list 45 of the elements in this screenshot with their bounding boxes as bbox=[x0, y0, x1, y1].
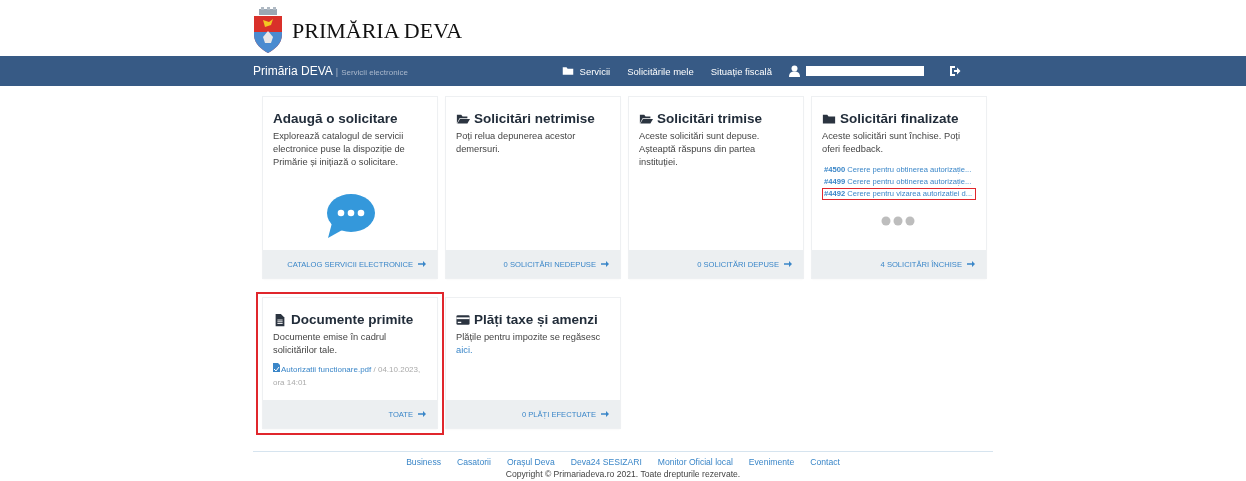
brand-separator: | bbox=[335, 67, 339, 77]
inline-link[interactable]: aici. bbox=[456, 345, 473, 355]
nav-link[interactable]: Solicitările mele bbox=[627, 65, 694, 77]
site-title[interactable]: PRIMĂRIA DEVA bbox=[292, 18, 463, 44]
file-link[interactable]: Autorizatii functionare.pdf bbox=[281, 365, 372, 374]
footer-link[interactable]: Casatorii bbox=[457, 457, 491, 467]
card-title: Solicitări finalizate bbox=[840, 111, 959, 126]
brand-link[interactable]: Primăria DEVA bbox=[253, 64, 333, 78]
arrow-right-icon bbox=[418, 260, 426, 268]
footer-link[interactable]: Evenimente bbox=[748, 457, 795, 467]
card-description: Documente emise în cadrul solicitărilor tale. bbox=[273, 332, 387, 355]
footer-link[interactable]: Deva24 SESIZARI bbox=[570, 457, 642, 467]
file-icon bbox=[273, 363, 280, 372]
document-icon bbox=[273, 312, 287, 327]
credit-card-icon bbox=[456, 312, 470, 327]
logout-icon[interactable] bbox=[949, 65, 961, 77]
card-description: Explorează catalogul de servicii electronice puse la dispoziție de Primărie și inițiază o solicitare. bbox=[273, 131, 405, 167]
card-title: Documente primite bbox=[291, 312, 414, 327]
footer-link[interactable]: Contact bbox=[810, 457, 840, 467]
card-description: Poți relua depunerea acestor demersuri. bbox=[456, 131, 576, 154]
arrow-right-icon bbox=[967, 260, 975, 268]
folder-icon bbox=[561, 65, 574, 77]
footer-link[interactable]: Orașul Deva bbox=[506, 457, 555, 467]
card-title: Plăți taxe și amenzi bbox=[474, 312, 598, 327]
user-icon bbox=[789, 65, 800, 77]
file-time: ora 14:01 bbox=[273, 377, 307, 389]
footer-link[interactable]: Monitor Oficial local bbox=[657, 457, 733, 467]
arrow-right-icon bbox=[601, 260, 609, 268]
brand-subtitle: Servicii electronice bbox=[341, 68, 408, 77]
arrow-right-icon bbox=[784, 260, 792, 268]
nav-link[interactable]: Situație fiscală bbox=[710, 65, 772, 77]
arrow-right-icon bbox=[418, 410, 426, 418]
card-title: Solicitări netrimise bbox=[474, 111, 595, 126]
card-title: Adaugă o solicitare bbox=[273, 111, 398, 126]
card-description: Aceste solicitări sunt depuse. Așteaptă răspuns din partea instituției. bbox=[639, 131, 760, 167]
arrow-right-icon bbox=[601, 410, 609, 418]
file-date: / 04.10.2023, bbox=[373, 365, 421, 374]
card-description: Plățile pentru impozite se regăsesc bbox=[456, 332, 601, 342]
coat-of-arms-logo bbox=[253, 7, 283, 53]
card-description: Aceste solicitări sunt închise. Poți oferi feedback. bbox=[822, 131, 960, 154]
card-title: Solicitări trimise bbox=[657, 111, 763, 126]
nav-link[interactable]: Servicii bbox=[561, 65, 611, 77]
footer-link[interactable]: Business bbox=[406, 457, 441, 467]
chat-bubble-icon bbox=[324, 193, 376, 239]
copyright-text: Copyright © Primariadeva.ro 2021. Toate drepturile rezervate. bbox=[504, 469, 742, 479]
